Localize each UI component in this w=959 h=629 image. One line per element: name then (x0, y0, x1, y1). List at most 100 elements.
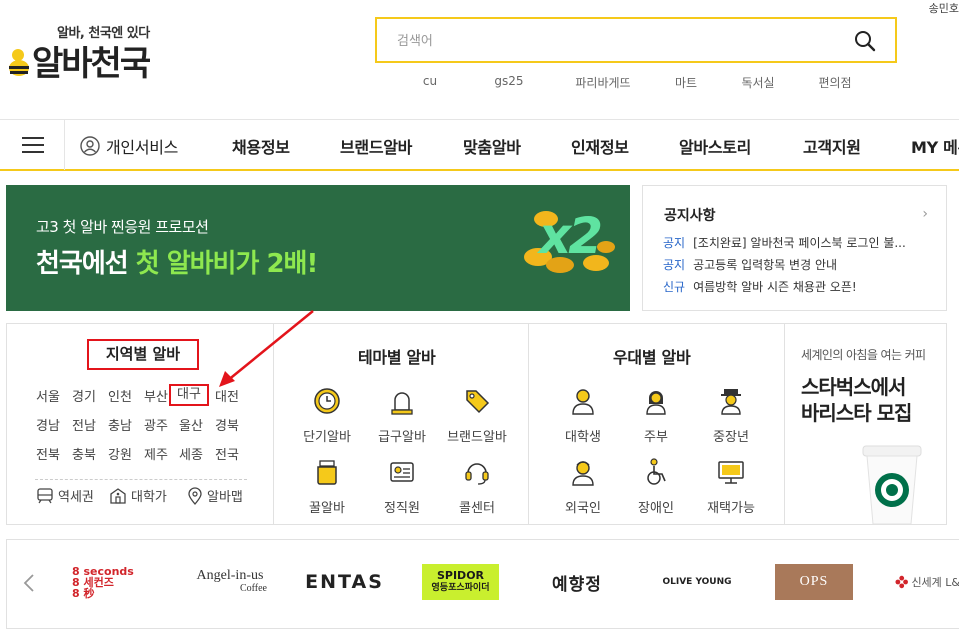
keyword-link[interactable]: gs25 (475, 74, 543, 91)
brand-ops[interactable]: OPS (775, 564, 853, 600)
chevron-right-icon[interactable]: › (922, 206, 928, 222)
nav-custom-alba[interactable]: 맞춤알바 (463, 134, 521, 158)
menu-icon[interactable] (22, 137, 44, 153)
subway-area-link[interactable]: 역세권 (36, 486, 94, 505)
keyword-link[interactable]: 편의점 (805, 74, 865, 91)
nav-customer-support[interactable]: 고객지원 (803, 134, 861, 158)
theme-brand[interactable]: 브랜드알바 (437, 386, 517, 445)
nav-my-menu[interactable]: MY 메뉴 (911, 134, 959, 158)
preferred-label: 대학생 (565, 430, 601, 445)
starbucks-ad[interactable]: 세계인의 아침을 여는 커피 스타벅스에서 바리스타 모집 (785, 324, 947, 524)
region-link[interactable]: 충남 (108, 415, 132, 434)
logo[interactable]: 알바천국 (6, 36, 151, 85)
preferred-student[interactable]: 대학생 (543, 386, 623, 445)
preferred-disabled[interactable]: 장애인 (616, 457, 696, 516)
preferred-label: 주부 (644, 430, 668, 445)
preferred-middle-aged[interactable]: 중장년 (691, 386, 771, 445)
preferred-housewife[interactable]: 주부 (616, 386, 696, 445)
main-nav: 개인서비스 채용정보 브랜드알바 맞춤알바 인재정보 알바스토리 고객지원 MY… (0, 119, 959, 171)
keyword-link[interactable]: 파리바게뜨 (563, 74, 643, 91)
region-link[interactable]: 충북 (72, 444, 96, 463)
region-link[interactable]: 울산 (179, 415, 203, 434)
region-link[interactable]: 전북 (36, 444, 60, 463)
keyword-link[interactable]: 독서실 (728, 74, 788, 91)
brand-8seconds[interactable]: 8 seconds 8 세컨즈 8 秒 (72, 562, 147, 602)
theme-label: 정직원 (384, 501, 420, 516)
brand-shinsegae[interactable]: 신세계 L& (895, 562, 959, 602)
map-pin-icon (188, 486, 202, 505)
arrow-annotation-icon (219, 310, 314, 387)
region-link[interactable]: 서울 (36, 386, 60, 405)
brand-text: 영등포스파이더 (431, 583, 490, 593)
region-link-daegu[interactable]: 대구 (169, 384, 209, 406)
notice-tag: 신규 (663, 280, 686, 294)
brand-text: SPIDOR (436, 569, 485, 582)
notice-tag: 공지 (663, 236, 686, 250)
notice-item[interactable]: 신규 여름방학 알바 시즌 채용관 오픈! (663, 278, 931, 295)
region-link[interactable]: 강원 (108, 444, 132, 463)
nav-talent-info[interactable]: 인재정보 (571, 134, 629, 158)
popular-keywords: cu gs25 파리바게뜨 마트 독서실 편의점 (405, 74, 865, 91)
brand-angelinus[interactable]: Angel-in-us Coffee (185, 562, 275, 602)
theme-label: 브랜드알바 (447, 430, 507, 445)
banner-title-a: 천국에선 (36, 249, 129, 279)
region-link[interactable]: 부산 (144, 386, 168, 405)
brand-spidor[interactable]: SPIDOR 영등포스파이더 (422, 564, 499, 600)
ad-subtitle: 세계인의 아침을 여는 커피 (801, 348, 926, 362)
region-link[interactable]: 제주 (144, 444, 168, 463)
notice-item[interactable]: 공지 공고등록 입력항목 변경 안내 (663, 256, 931, 273)
region-link[interactable]: 인천 (108, 386, 132, 405)
region-link[interactable]: 경북 (215, 415, 239, 434)
promo-banner[interactable]: 고3 첫 알바 찐응원 프로모션 천국에선 첫 알바비가 2배! x2 (6, 185, 630, 311)
brand-yehyangjeong[interactable]: 예향정 (542, 562, 612, 602)
region-link[interactable]: 전국 (215, 444, 239, 463)
notice-text: 공고등록 입력항목 변경 안내 (693, 258, 838, 272)
nav-personal-service[interactable]: 개인서비스 (80, 134, 178, 158)
theme-honey[interactable]: 꿀알바 (287, 457, 367, 516)
student-icon (572, 389, 594, 415)
region-link[interactable]: 세종 (179, 444, 203, 463)
chevron-left-icon[interactable] (21, 572, 37, 594)
preferred-label: 장애인 (638, 501, 674, 516)
bottom-label: 대학가 (131, 490, 167, 505)
campus-area-link[interactable]: 대학가 (109, 486, 167, 505)
theme-title: 테마별 알바 (358, 348, 436, 367)
keyword-link[interactable]: 마트 (661, 74, 711, 91)
brand-text: 신세계 L& (911, 576, 959, 589)
notice-box: 공지사항 › 공지 [조치완료] 알바천국 페이스북 로그인 불... 공지 공고등… (642, 185, 947, 311)
siren-icon (391, 392, 413, 415)
bee-logo-icon (6, 42, 30, 80)
nav-alba-story[interactable]: 알바스토리 (679, 134, 751, 158)
brand-text: ENTAS (305, 571, 384, 593)
user-icon (80, 136, 100, 156)
region-link[interactable]: 전남 (72, 415, 96, 434)
preferred-foreigner[interactable]: 외국인 (543, 457, 623, 516)
ad-line: 바리스타 모집 (801, 401, 912, 425)
search-input[interactable] (377, 19, 817, 61)
notice-item[interactable]: 공지 [조치완료] 알바천국 페이스북 로그인 불... (663, 234, 931, 251)
region-link[interactable]: 경남 (36, 415, 60, 434)
coffee-cup-icon (862, 445, 922, 524)
brand-text: 예향정 (552, 574, 602, 595)
region-link[interactable]: 광주 (144, 415, 168, 434)
theme-callcenter[interactable]: 콜센터 (437, 457, 517, 516)
alba-map-link[interactable]: 알바맵 (187, 486, 243, 505)
divider (35, 479, 247, 480)
tag-icon (466, 390, 490, 414)
nav-job-info[interactable]: 채용정보 (232, 134, 290, 158)
nav-brand-alba[interactable]: 브랜드알바 (340, 134, 412, 158)
user-link[interactable]: 송민호 (929, 0, 959, 16)
divider (528, 324, 529, 524)
theme-urgent[interactable]: 급구알바 (362, 386, 442, 445)
search-button[interactable] (853, 29, 877, 53)
id-card-icon (390, 462, 414, 482)
category-panels: 지역별 알바 서울 경기 인천 부산 대구 대전 경남 전남 충남 광주 울산 … (6, 323, 947, 525)
brand-entas[interactable]: ENTAS (305, 562, 384, 602)
region-link[interactable]: 경기 (72, 386, 96, 405)
keyword-link[interactable]: cu (405, 74, 455, 91)
banner-title: 천국에선 첫 알바비가 2배! (36, 243, 318, 280)
theme-fulltime[interactable]: 정직원 (362, 457, 442, 516)
preferred-remote[interactable]: 재택가능 (691, 457, 771, 516)
nav-label: 개인서비스 (106, 138, 179, 157)
brand-oliveyoung[interactable]: OLIVE YOUNG (657, 562, 737, 602)
